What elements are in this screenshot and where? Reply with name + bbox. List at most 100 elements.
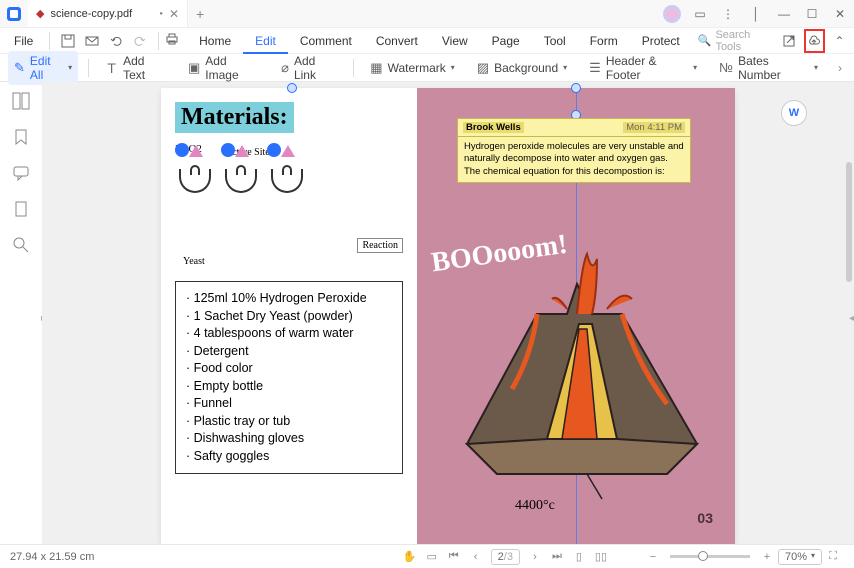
page-number: 03 <box>697 510 713 526</box>
page-left: Materials: H2O2 Active Site Yeast Reacti… <box>161 88 417 544</box>
last-page-icon[interactable]: ⏭ <box>546 546 568 568</box>
search-icon[interactable] <box>12 236 30 254</box>
hand-tool-icon[interactable]: ✋ <box>399 546 421 568</box>
yeast-cup-2 <box>221 153 261 193</box>
two-page-icon[interactable]: ▯▯ <box>590 546 612 568</box>
image-icon: ▣ <box>188 60 200 76</box>
list-item: Funnel <box>186 395 392 413</box>
tab-modified-dot: ● <box>159 11 163 17</box>
divider: │ <box>742 0 770 28</box>
toolbar-more-icon[interactable]: › <box>834 61 846 75</box>
list-item: Safty goggles <box>186 448 392 466</box>
search-icon: 🔍 <box>698 34 712 47</box>
chevron-down-icon: ▾ <box>814 63 818 72</box>
list-item: Food color <box>186 360 392 378</box>
page-dimensions: 27.94 x 21.59 cm <box>10 551 94 563</box>
add-image-button[interactable]: ▣ Add Image <box>182 51 265 85</box>
zoom-thumb[interactable] <box>698 551 708 561</box>
document-canvas[interactable]: Materials: H2O2 Active Site Yeast Reacti… <box>42 82 854 544</box>
yeast-cup-3 <box>267 153 307 193</box>
zoom-value[interactable]: 70% ▾ <box>778 549 822 565</box>
undo-icon[interactable] <box>104 29 128 53</box>
comment-time: Mon 4:11 PM <box>623 122 685 133</box>
maximize-button[interactable]: ☐ <box>798 0 826 28</box>
titlebar: ◆ science-copy.pdf ● ✕ + ▭ ⋮ │ — ☐ ✕ <box>0 0 854 28</box>
vertical-scrollbar[interactable] <box>846 162 852 282</box>
list-item: 125ml 10% Hydrogen Peroxide <box>186 290 392 308</box>
attachments-icon[interactable] <box>12 200 30 218</box>
file-menu[interactable]: File <box>4 34 43 48</box>
bookmarks-icon[interactable] <box>12 128 30 146</box>
chevron-down-icon: ▾ <box>693 63 697 72</box>
main-area: ▸ Materials: H2O2 Active Site Yeast Reac… <box>0 82 854 544</box>
open-external-icon[interactable] <box>779 29 800 53</box>
redo-icon[interactable] <box>128 29 152 53</box>
first-page-icon[interactable]: ⏮ <box>443 546 465 568</box>
bates-icon: № <box>719 60 733 75</box>
list-item: Plastic tray or tub <box>186 413 392 431</box>
select-tool-icon[interactable]: ▭ <box>421 546 443 568</box>
tab-page[interactable]: Page <box>480 28 532 54</box>
collapse-ribbon-icon[interactable]: ⌃ <box>829 29 850 53</box>
add-link-button[interactable]: ⌀ Add Link <box>275 51 343 85</box>
background-button[interactable]: ▨ Background ▾ <box>471 57 573 79</box>
save-icon[interactable] <box>56 29 80 53</box>
notification-icon[interactable]: ▭ <box>686 0 714 28</box>
background-icon: ▨ <box>477 60 489 76</box>
add-tab-button[interactable]: + <box>188 6 212 22</box>
left-sidebar: ▸ <box>0 82 42 544</box>
user-avatar[interactable] <box>658 0 686 28</box>
minimize-button[interactable]: — <box>770 0 798 28</box>
search-tools[interactable]: 🔍 Search Tools <box>692 29 775 53</box>
yeast-diagram: H2O2 Active Site Yeast Reaction <box>175 153 403 253</box>
more-menu-icon[interactable]: ⋮ <box>714 0 742 28</box>
list-item: Empty bottle <box>186 378 392 396</box>
prev-page-icon[interactable]: ‹ <box>465 546 487 568</box>
single-page-icon[interactable]: ▯ <box>568 546 590 568</box>
tab-tool[interactable]: Tool <box>532 28 578 54</box>
selection-handle-top[interactable] <box>571 83 581 93</box>
comments-icon[interactable] <box>12 164 30 182</box>
materials-heading: Materials: <box>175 102 294 133</box>
chevron-down-icon: ▾ <box>451 63 455 72</box>
print-icon[interactable] <box>165 32 179 49</box>
add-text-button[interactable]: Ｔ Add Text <box>99 51 172 85</box>
document-tab[interactable]: ◆ science-copy.pdf ● ✕ <box>28 0 188 27</box>
next-page-icon[interactable]: › <box>524 546 546 568</box>
yeast-cup-1 <box>175 153 215 193</box>
comment-author: Brook Wells <box>463 122 524 133</box>
yeast-label: Yeast <box>183 256 205 267</box>
temperature-label: 4400°c <box>515 498 555 514</box>
cloud-upload-icon[interactable] <box>804 29 825 53</box>
list-item: Detergent <box>186 343 392 361</box>
fit-page-icon[interactable]: ⛶ <box>822 546 844 568</box>
mail-icon[interactable] <box>80 29 104 53</box>
zoom-out-icon[interactable]: − <box>642 546 664 568</box>
page-indicator[interactable]: 2/3 <box>491 549 520 565</box>
tab-view[interactable]: View <box>430 28 480 54</box>
watermark-button[interactable]: ▦ Watermark ▾ <box>364 57 461 79</box>
pdf-icon: ◆ <box>36 7 44 20</box>
zoom-slider[interactable] <box>670 555 750 558</box>
volcano-illustration <box>437 244 717 504</box>
document-spread: Materials: H2O2 Active Site Yeast Reacti… <box>161 88 735 544</box>
tab-convert[interactable]: Convert <box>364 28 430 54</box>
close-window-button[interactable]: ✕ <box>826 0 854 28</box>
chevron-down-icon: ▾ <box>563 63 567 72</box>
word-export-icon[interactable]: W <box>781 100 807 126</box>
bates-number-button[interactable]: № Bates Number ▾ <box>713 51 824 85</box>
thumbnails-icon[interactable] <box>12 92 30 110</box>
selection-handle-left[interactable] <box>287 83 297 93</box>
reaction-label: Reaction <box>357 238 403 253</box>
chevron-down-icon: ▾ <box>68 63 72 72</box>
materials-list: 125ml 10% Hydrogen Peroxide 1 Sachet Dry… <box>175 281 403 474</box>
close-tab-icon[interactable]: ✕ <box>169 7 179 21</box>
app-logo-icon <box>0 0 28 28</box>
zoom-in-icon[interactable]: + <box>756 546 778 568</box>
header-footer-icon: ☰ <box>589 60 601 76</box>
text-icon: Ｔ <box>105 58 118 77</box>
header-footer-button[interactable]: ☰ Header & Footer ▾ <box>583 51 703 85</box>
expand-right-panel-icon[interactable]: ◂ <box>849 313 854 324</box>
comment-annotation[interactable]: Brook Wells Mon 4:11 PM Hydrogen peroxid… <box>457 118 691 183</box>
edit-all-button[interactable]: ✎ Edit All ▾ <box>8 51 78 85</box>
